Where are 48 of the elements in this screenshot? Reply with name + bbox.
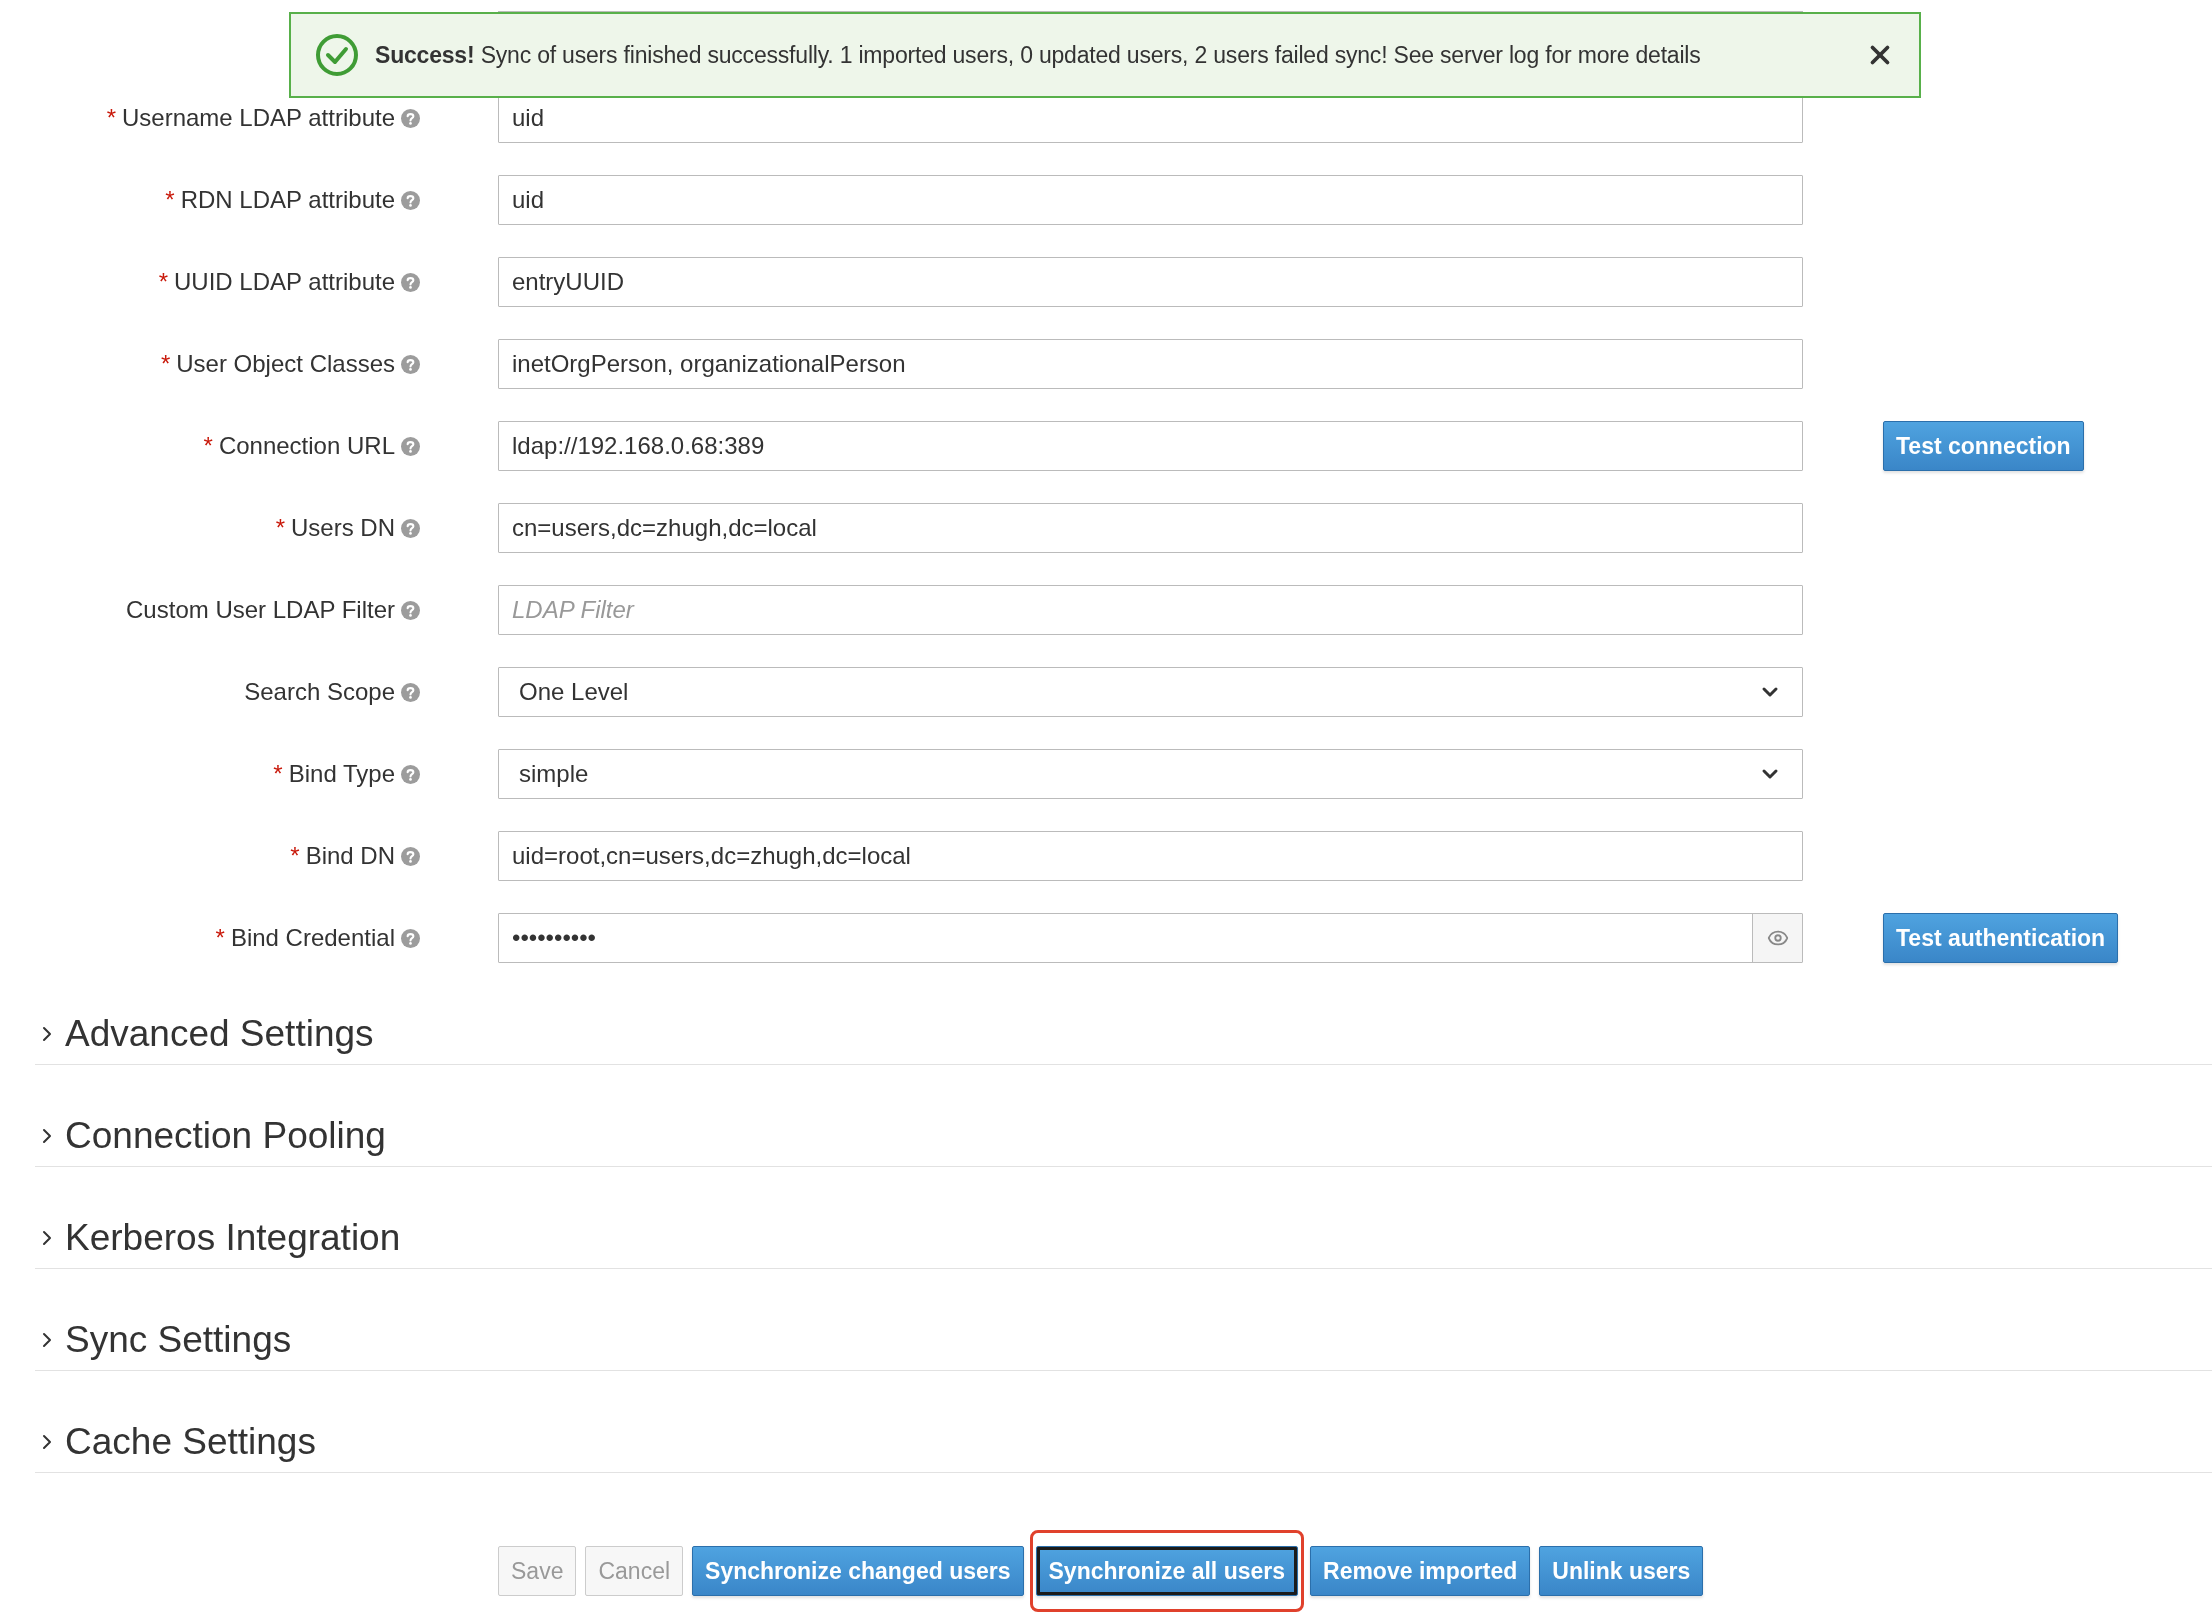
section-header[interactable]: Sync Settings <box>35 1269 2212 1371</box>
required-mark: * <box>273 759 283 789</box>
required-mark: * <box>158 267 168 297</box>
required-mark: * <box>165 185 175 215</box>
required-mark: * <box>203 431 213 461</box>
help-icon <box>401 764 420 784</box>
required-mark: * <box>215 923 225 953</box>
field-label: Bind Type <box>288 759 395 789</box>
required-mark: * <box>275 513 285 543</box>
field-label: Users DN <box>291 513 395 543</box>
section-header[interactable]: Connection Pooling <box>35 1065 2212 1167</box>
input-field[interactable]: uid <box>498 175 1803 225</box>
field-label: Custom User LDAP Filter <box>126 595 395 625</box>
input-field[interactable]: ldap://192.168.0.68:389 <box>498 421 1803 471</box>
field-label: Username LDAP attribute <box>121 103 395 133</box>
field-label: Connection URL <box>218 431 395 461</box>
section-header[interactable]: Cache Settings <box>35 1371 2212 1473</box>
help-icon <box>401 436 420 456</box>
help-icon <box>401 846 420 866</box>
section-header[interactable]: Kerberos Integration <box>35 1167 2212 1269</box>
required-mark: * <box>160 349 171 379</box>
input-field[interactable]: cn=users,dc=zhugh,dc=local <box>498 503 1803 553</box>
help-icon <box>401 600 420 620</box>
help-icon <box>401 354 420 374</box>
input-field[interactable]: inetOrgPerson, organizationalPerson <box>498 339 1803 389</box>
field-label: Bind DN <box>305 841 395 871</box>
help-icon <box>401 518 420 538</box>
field-label: Search Scope <box>244 677 395 707</box>
help-icon <box>401 190 420 210</box>
help-icon <box>401 108 420 128</box>
required-mark: * <box>106 103 116 133</box>
select-field[interactable]: simple <box>498 749 1803 799</box>
check-circle-icon <box>315 33 359 77</box>
input-field[interactable]: uid=root,cn=users,dc=zhugh,dc=local <box>498 831 1803 881</box>
field-label: UUID LDAP attribute <box>174 267 395 297</box>
help-icon <box>401 928 420 948</box>
field-label: User Object Classes <box>176 349 395 379</box>
help-icon <box>401 272 420 292</box>
select-field[interactable]: One Level <box>498 667 1803 717</box>
help-icon <box>401 682 420 702</box>
password-field[interactable]: •••••••••• <box>498 913 1803 963</box>
required-mark: * <box>290 841 300 871</box>
input-field[interactable]: LDAP Filter <box>498 585 1803 635</box>
field-label: RDN LDAP attribute <box>180 185 395 215</box>
input-field[interactable]: entryUUID <box>498 257 1803 307</box>
toast-message: Success! Sync of users finished successfully. 1 imported users, 0 updated users, 2 users failed sync! See server log for more details <box>375 40 1702 70</box>
section-header[interactable]: Advanced Settings <box>35 963 2212 1065</box>
field-label: Bind Credential <box>230 923 395 953</box>
